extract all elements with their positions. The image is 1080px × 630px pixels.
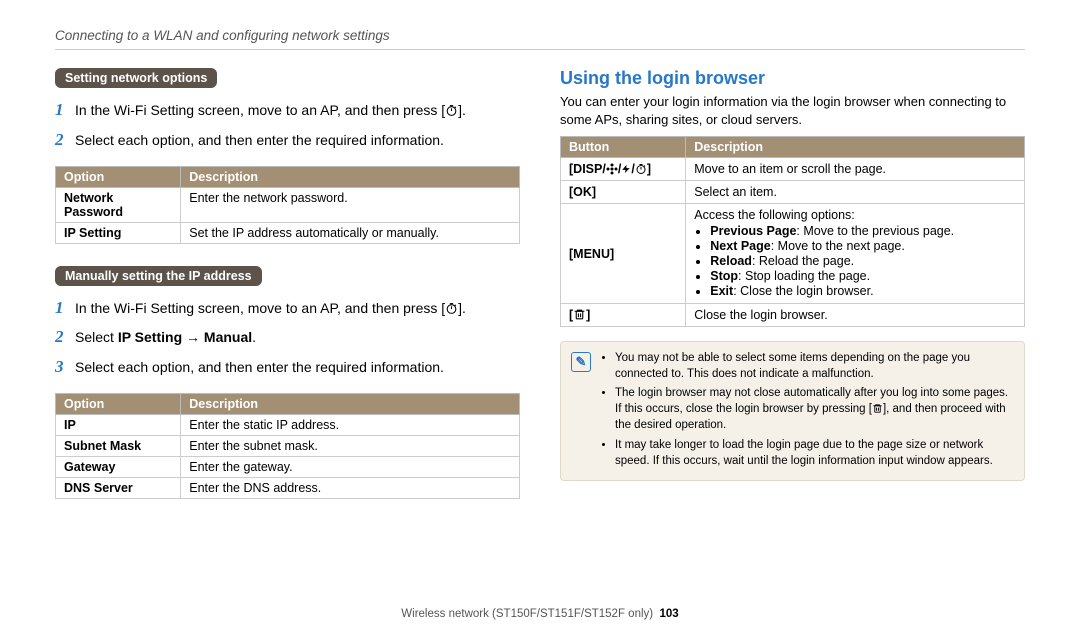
step-text: Select each option, and then enter the r… (75, 358, 444, 378)
step-b3: 3 Select each option, and then enter the… (55, 355, 520, 379)
table-row: Network Password Enter the network passw… (56, 187, 520, 222)
note-icon: ✎ (571, 352, 591, 372)
table-row: IPEnter the static IP address. (56, 414, 520, 435)
th-button: Button (561, 137, 686, 158)
cell-button-trash: [] (561, 304, 686, 327)
section-title-login-browser: Using the login browser (560, 68, 1025, 89)
step-number: 1 (55, 98, 75, 122)
page-number: 103 (660, 608, 679, 620)
cell-option: Network Password (56, 187, 181, 222)
table-row: DNS ServerEnter the DNS address. (56, 477, 520, 498)
cell-desc: Access the following options:Previous Pa… (686, 204, 1025, 304)
note-item: The login browser may not close automati… (615, 385, 1014, 433)
table-row: [DISP///] Move to an item or scroll the … (561, 158, 1025, 181)
step-number: 2 (55, 128, 75, 152)
footer-text: Wireless network (ST150F/ST151F/ST152F o… (401, 608, 653, 620)
th-option: Option (56, 393, 181, 414)
table-row: [] Close the login browser. (561, 304, 1025, 327)
table-row: Subnet MaskEnter the subnet mask. (56, 435, 520, 456)
cell-desc: Close the login browser. (686, 304, 1025, 327)
cell-option: IP Setting (56, 222, 181, 243)
step-a2: 2 Select each option, and then enter the… (55, 128, 520, 152)
table-network-options: Option Description Network Password Ente… (55, 166, 520, 244)
table-row: GatewayEnter the gateway. (56, 456, 520, 477)
step-text: Select IP Setting → Manual. (75, 328, 256, 348)
cell-desc: Enter the network password. (181, 187, 520, 222)
note-box: ✎ You may not be able to select some ite… (560, 341, 1025, 481)
cell-desc: Set the IP address automatically or manu… (181, 222, 520, 243)
th-description: Description (686, 137, 1025, 158)
cell-button-ok: [OK] (561, 181, 686, 204)
step-b2: 2 Select IP Setting → Manual. (55, 325, 520, 349)
step-text: In the Wi-Fi Setting screen, move to an … (75, 299, 466, 319)
pill-manual-ip: Manually setting the IP address (55, 266, 262, 286)
content-columns: Setting network options 1 In the Wi-Fi S… (55, 68, 1025, 600)
step-a1: 1 In the Wi-Fi Setting screen, move to a… (55, 98, 520, 122)
table-ip-options: Option Description IPEnter the static IP… (55, 393, 520, 499)
th-description: Description (181, 393, 520, 414)
steps-b: 1 In the Wi-Fi Setting screen, move to a… (55, 296, 520, 379)
table-row: [OK] Select an item. (561, 181, 1025, 204)
left-column: Setting network options 1 In the Wi-Fi S… (55, 68, 520, 600)
cell-button-disp: [DISP///] (561, 158, 686, 181)
note-item: You may not be able to select some items… (615, 350, 1014, 382)
note-item: It may take longer to load the login pag… (615, 437, 1014, 469)
step-number: 1 (55, 296, 75, 320)
th-option: Option (56, 166, 181, 187)
step-text: Select each option, and then enter the r… (75, 131, 444, 151)
step-text: In the Wi-Fi Setting screen, move to an … (75, 101, 466, 121)
step-number: 2 (55, 325, 75, 349)
step-number: 3 (55, 355, 75, 379)
th-description: Description (181, 166, 520, 187)
cell-button-menu: [MENU] (561, 204, 686, 304)
step-b1: 1 In the Wi-Fi Setting screen, move to a… (55, 296, 520, 320)
cell-desc: Move to an item or scroll the page. (686, 158, 1025, 181)
pill-setting-network-options: Setting network options (55, 68, 217, 88)
table-row: IP Setting Set the IP address automatica… (56, 222, 520, 243)
cell-desc: Select an item. (686, 181, 1025, 204)
table-buttons: Button Description [DISP///] Move to an … (560, 136, 1025, 327)
right-column: Using the login browser You can enter yo… (560, 68, 1025, 600)
steps-a: 1 In the Wi-Fi Setting screen, move to a… (55, 98, 520, 152)
page-footer: Wireless network (ST150F/ST151F/ST152F o… (55, 600, 1025, 620)
section-intro: You can enter your login information via… (560, 93, 1025, 128)
table-row: [MENU] Access the following options:Prev… (561, 204, 1025, 304)
note-list: You may not be able to select some items… (601, 350, 1014, 472)
page-header: Connecting to a WLAN and configuring net… (55, 28, 1025, 50)
